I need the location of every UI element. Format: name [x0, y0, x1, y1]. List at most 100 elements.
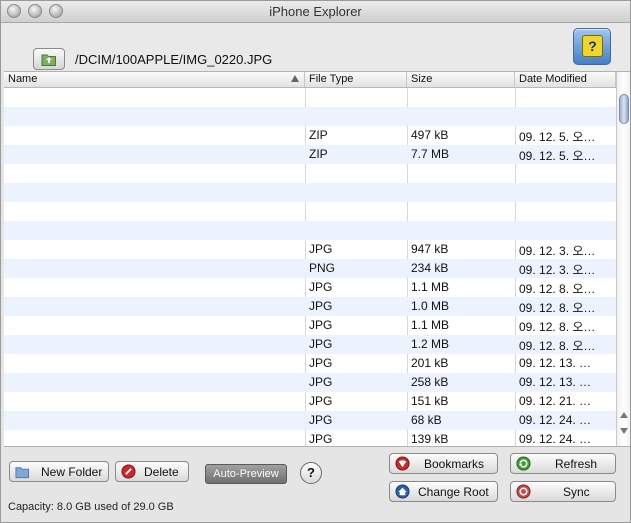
refresh-button[interactable]: Refresh: [510, 453, 616, 474]
folder-row[interactable]: 100APPLE: [4, 202, 616, 221]
file-row[interactable]: IMG_0052.JPGJPG68 kB09. 12. 24. …: [4, 411, 616, 430]
table-header: Name File Type Size Date Modified: [4, 72, 616, 88]
new-folder-button[interactable]: New Folder: [9, 461, 109, 482]
help-button[interactable]: ?: [300, 462, 322, 484]
file-row[interactable]: IMG_0005.PNGPNG234 kB09. 12. 3. 오…: [4, 259, 616, 278]
date-modified-cell: 09. 12. 5. 오…: [519, 130, 596, 144]
scrollbar-thumb[interactable]: [619, 94, 629, 124]
auto-preview-toggle[interactable]: Auto-Preview: [205, 464, 287, 484]
date-modified-cell: 09. 12. 3. 오…: [519, 244, 596, 258]
file-size-cell: 1.0 MB: [411, 299, 450, 313]
file-row[interactable]: IMG_0057.JPGJPG139 kB09. 12. 24. …: [4, 430, 616, 446]
column-header-date-modified[interactable]: Date Modified: [515, 72, 616, 87]
file-row[interactable]: jp.accessport..zipZIP497 kB09. 12. 5. 오…: [4, 126, 616, 145]
file-row[interactable]: IMG_0024.JPGJPG201 kB09. 12. 13. …: [4, 354, 616, 373]
column-header-name[interactable]: Name: [4, 72, 305, 87]
file-size-cell: 1.2 MB: [411, 337, 450, 351]
date-modified-cell: 09. 12. 8. 오…: [519, 320, 596, 334]
folder-up-icon: [41, 54, 56, 66]
folder-row[interactable]: .MISC: [4, 183, 616, 202]
refresh-icon: [516, 456, 531, 471]
column-header-size[interactable]: Size: [407, 72, 515, 87]
date-modified-cell: 09. 12. 8. 오…: [519, 282, 596, 296]
file-row[interactable]: IMG_0026.JPGJPG258 kB09. 12. 13. …: [4, 373, 616, 392]
sync-button[interactable]: Sync: [510, 481, 616, 502]
date-modified-cell: 09. 12. 24. …: [519, 413, 592, 427]
change-root-button[interactable]: Change Root: [389, 481, 498, 502]
file-type-cell: JPG: [309, 375, 333, 389]
folder-row[interactable]: /: [4, 88, 616, 107]
current-path: /DCIM/100APPLE/IMG_0220.JPG: [75, 52, 273, 67]
date-modified-cell: 09. 12. 21. …: [519, 394, 592, 408]
home-icon: [395, 484, 410, 499]
date-modified-cell: 09. 12. 24. …: [519, 432, 592, 446]
bookmarks-button[interactable]: Bookmarks: [389, 453, 498, 474]
file-type-cell: JPG: [309, 318, 333, 332]
capacity-status: Capacity: 8.0 GB used of 29.0 GB: [8, 501, 174, 513]
file-size-cell: 201 kB: [411, 356, 449, 370]
file-type-cell: JPG: [309, 394, 333, 408]
delete-button[interactable]: Delete: [115, 461, 189, 482]
file-size-cell: 7.7 MB: [411, 147, 450, 161]
date-modified-cell: 09. 12. 3. 오…: [519, 263, 596, 277]
bookmarks-icon: [395, 456, 410, 471]
file-row[interactable]: IMG_0019.JPGJPG1.0 MB09. 12. 8. 오…: [4, 297, 616, 316]
file-type-cell: JPG: [309, 413, 333, 427]
column-header-file-type[interactable]: File Type: [305, 72, 407, 87]
sort-ascending-icon: [291, 75, 299, 82]
file-row[interactable]: IMG_0018.JPGJPG1.1 MB09. 12. 8. 오…: [4, 278, 616, 297]
delete-label: Delete: [144, 465, 179, 479]
scroll-down-arrow-icon[interactable]: [620, 428, 628, 434]
file-row[interactable]: IMG_0051.JPGJPG151 kB09. 12. 21. …: [4, 392, 616, 411]
toolbar: /DCIM/100APPLE/IMG_0220.JPG ?: [1, 23, 630, 71]
parent-folder-button[interactable]: [33, 48, 65, 70]
date-modified-cell: 09. 12. 5. 오…: [519, 149, 596, 163]
file-type-cell: JPG: [309, 242, 333, 256]
date-modified-cell: 09. 12. 13. …: [519, 375, 592, 389]
file-type-cell: ZIP: [309, 128, 328, 142]
bottom-bar: New Folder Delete Auto-Preview ? Bookmar…: [1, 447, 630, 522]
date-modified-cell: 09. 12. 13. …: [519, 356, 592, 370]
file-type-cell: JPG: [309, 299, 333, 313]
file-type-cell: JPG: [309, 337, 333, 351]
file-row[interactable]: IMG_0004.JPGJPG947 kB09. 12. 3. 오…: [4, 240, 616, 259]
file-size-cell: 258 kB: [411, 375, 449, 389]
file-size-cell: 234 kB: [411, 261, 449, 275]
refresh-label: Refresh: [555, 457, 598, 471]
file-size-cell: 1.1 MB: [411, 318, 450, 332]
iphone-explorer-window: iPhone Explorer /DCIM/100APPLE/IMG_0220.…: [0, 0, 631, 523]
folder-row[interactable]: ApplicationArchives: [4, 107, 616, 126]
vertical-scrollbar[interactable]: [616, 72, 630, 446]
file-type-cell: ZIP: [309, 147, 328, 161]
sync-icon: [516, 484, 531, 499]
change-root-label: Change Root: [418, 485, 489, 499]
new-folder-icon: [15, 467, 30, 479]
delete-icon: [121, 464, 136, 479]
file-type-cell: JPG: [309, 432, 333, 446]
file-row[interactable]: jp.co.tgnet.PhotoScolaFree01.zipZIP7.7 M…: [4, 145, 616, 164]
file-size-cell: 139 kB: [411, 432, 449, 446]
new-folder-label: New Folder: [41, 465, 103, 479]
table-body: /ApplicationArchivesjp.accessport..zipZI…: [4, 88, 616, 446]
file-type-cell: JPG: [309, 280, 333, 294]
file-size-cell: 68 kB: [411, 413, 442, 427]
file-row[interactable]: IMG_0021.JPGJPG1.2 MB09. 12. 8. 오…: [4, 335, 616, 354]
title-bar: iPhone Explorer: [1, 1, 630, 23]
date-modified-cell: 09. 12. 8. 오…: [519, 301, 596, 315]
folder-row[interactable]: .MISC: [4, 221, 616, 240]
date-modified-cell: 09. 12. 8. 오…: [519, 339, 596, 353]
file-size-cell: 947 kB: [411, 242, 449, 256]
sync-label: Sync: [563, 485, 590, 499]
bookmarks-label: Bookmarks: [424, 457, 485, 471]
window-title: iPhone Explorer: [269, 4, 362, 19]
scroll-up-arrow-icon[interactable]: [620, 412, 628, 418]
help-button-large[interactable]: ?: [573, 28, 611, 65]
file-browser-table: Name File Type Size Date Modified /Appli…: [4, 71, 630, 447]
folder-row[interactable]: DCIM: [4, 164, 616, 183]
file-row[interactable]: IMG_0020.JPGJPG1.1 MB09. 12. 8. 오…: [4, 316, 616, 335]
help-icon: ?: [582, 35, 603, 57]
file-size-cell: 497 kB: [411, 128, 449, 142]
file-size-cell: 1.1 MB: [411, 280, 450, 294]
file-size-cell: 151 kB: [411, 394, 449, 408]
file-type-cell: JPG: [309, 356, 333, 370]
